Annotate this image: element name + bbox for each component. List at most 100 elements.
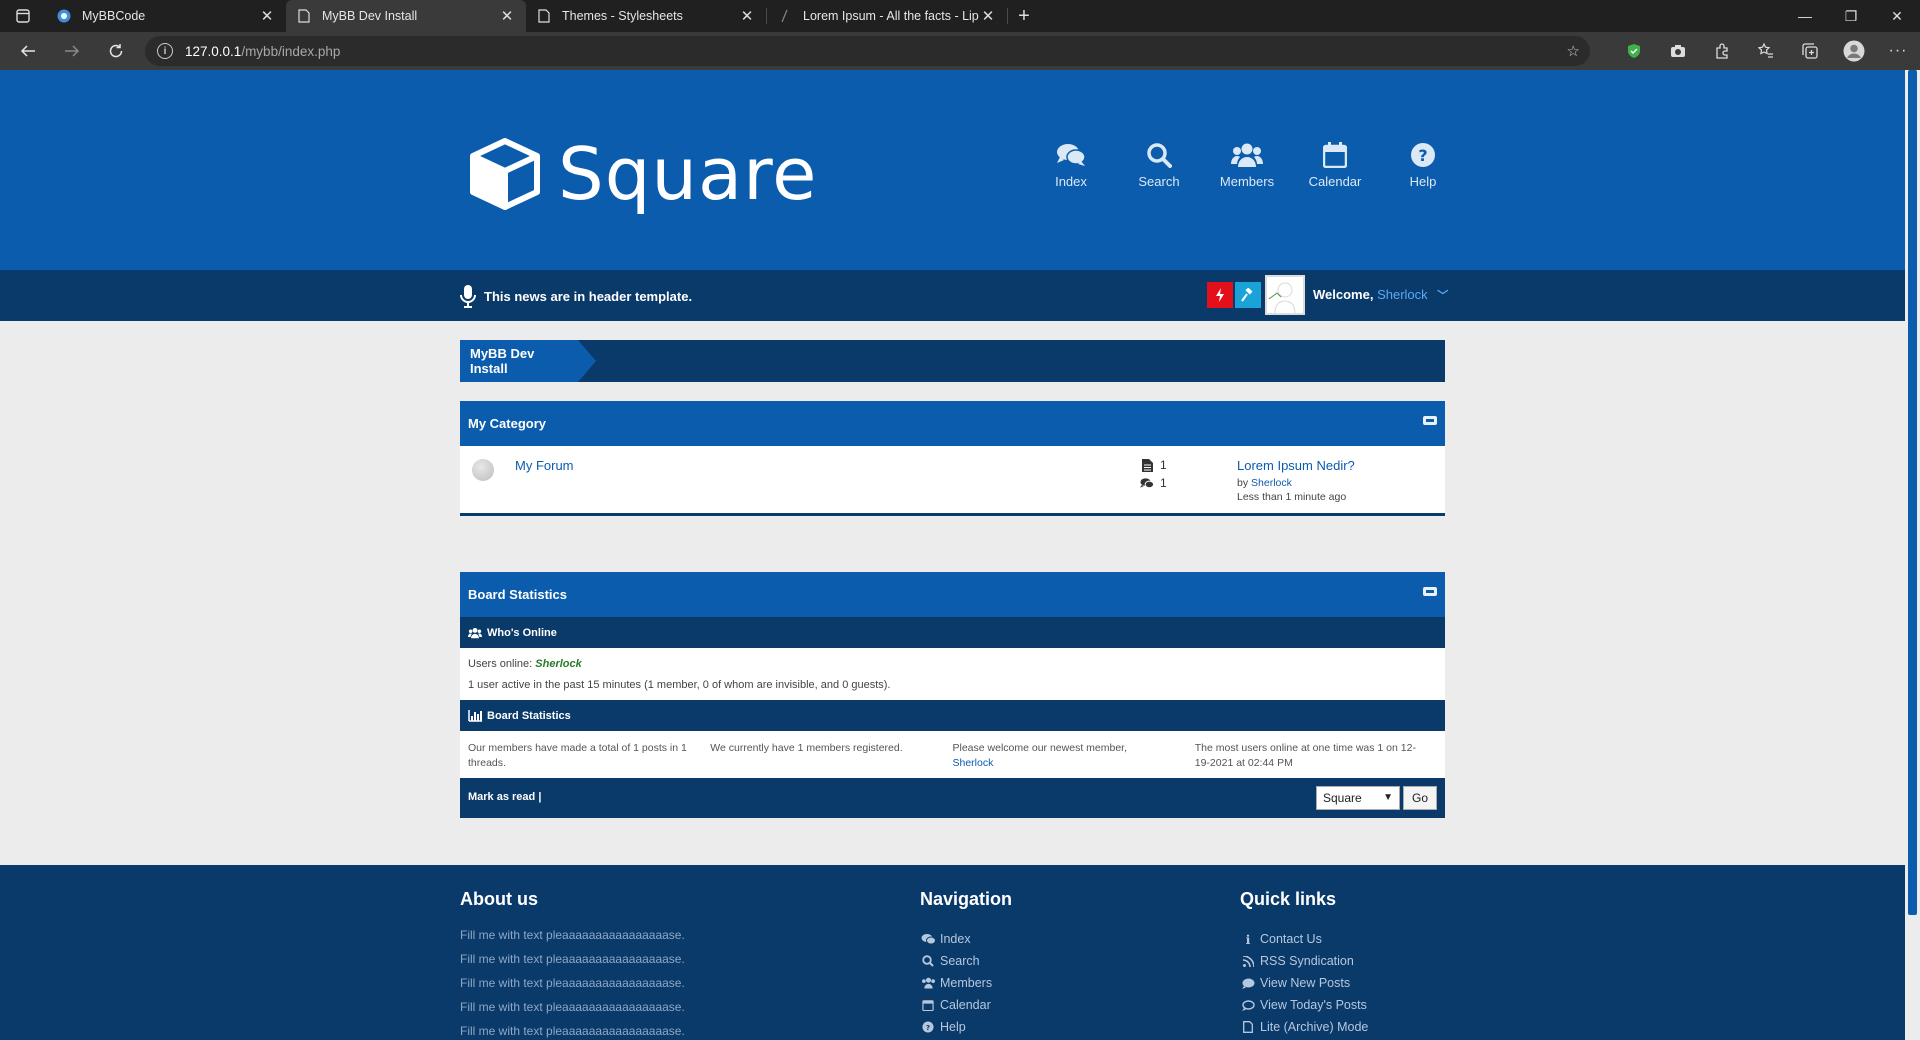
board-footer-bar: Mark as read | Square ▼ Go — [460, 778, 1445, 818]
shield-extension-icon[interactable] — [1612, 43, 1656, 59]
mark-as-read-link[interactable]: Mark as read | — [468, 791, 541, 803]
profile-icon[interactable] — [1832, 40, 1876, 62]
nav-help[interactable]: ? Help — [1379, 142, 1467, 189]
camera-icon[interactable] — [1656, 44, 1700, 58]
footer-about-line: Fill me with text pleaaaaaaaaaaaaaaaase. — [460, 952, 685, 966]
online-user[interactable]: Sherlock — [535, 658, 581, 670]
close-tab-icon[interactable]: ✕ — [979, 7, 997, 25]
restore-icon[interactable]: ❐ — [1828, 0, 1874, 32]
forum-status-icon — [472, 459, 494, 481]
close-tab-icon[interactable]: ✕ — [498, 7, 516, 25]
footer-link-search[interactable]: Search — [920, 950, 1012, 972]
nav-calendar[interactable]: Calendar — [1291, 142, 1379, 189]
tab-title: MyBB Dev Install — [322, 9, 418, 23]
browser-tab-mybb-dev-install[interactable]: MyBB Dev Install ✕ — [286, 0, 526, 32]
reload-button[interactable] — [94, 32, 138, 70]
lipsum-icon — [777, 8, 793, 24]
forum-name[interactable]: My Forum — [515, 458, 574, 473]
lastpost-user[interactable]: Sherlock — [1251, 477, 1292, 489]
close-tab-icon[interactable]: ✕ — [258, 7, 276, 25]
category-title[interactable]: My Category — [468, 416, 546, 431]
browser-tab-themes-stylesheets[interactable]: Themes - Stylesheets ✕ — [526, 0, 766, 32]
default-avatar-icon — [1268, 282, 1296, 313]
footer-about-line: Fill me with text pleaaaaaaaaaaaaaaaase. — [460, 976, 685, 990]
site-logo[interactable]: Square — [470, 132, 817, 216]
board-stats-header: Board Statistics — [460, 700, 1445, 731]
collections-icon[interactable] — [1788, 43, 1832, 59]
users-icon — [920, 977, 936, 989]
footer-link-lite-mode[interactable]: Lite (Archive) Mode — [1240, 1016, 1368, 1038]
lastpost-time: Less than 1 minute ago — [1237, 491, 1347, 503]
lastpost-title[interactable]: Lorem Ipsum Nedir? — [1237, 458, 1355, 473]
newest-member-link[interactable]: Sherlock — [953, 757, 994, 769]
footer-link-members[interactable]: Members — [920, 972, 1012, 994]
footer-link-calendar[interactable]: Calendar — [920, 994, 1012, 1016]
tab-title: Themes - Stylesheets — [562, 9, 683, 23]
search-icon — [1147, 143, 1172, 168]
site-info-icon[interactable]: i — [157, 43, 173, 59]
forward-button[interactable] — [50, 32, 94, 70]
breadcrumb-item-home[interactable]: MyBB Dev Install — [460, 340, 578, 382]
main-nav: Index Search Members Calendar ? Help — [1027, 142, 1467, 189]
stats-most-online: The most users online at one time was 1 … — [1194, 742, 1416, 769]
page-scrollbar[interactable] — [1905, 70, 1920, 1040]
collapse-icon[interactable] — [1423, 416, 1437, 425]
users-icon — [1231, 143, 1263, 167]
info-icon: ℹ — [1245, 932, 1251, 947]
footer-about-line: Fill me with text pleaaaaaaaaaaaaaaaase. — [460, 1024, 685, 1038]
url-field[interactable]: i 127.0.0.1/mybb/index.php ☆ — [145, 36, 1590, 66]
close-window-icon[interactable]: ✕ — [1874, 0, 1920, 32]
comments-icon — [1057, 144, 1086, 166]
whos-online-label[interactable]: Who's Online — [487, 627, 557, 639]
page-icon — [536, 8, 552, 24]
nav-label: Help — [1409, 174, 1437, 189]
theme-select[interactable]: Square ▼ — [1316, 786, 1400, 810]
minimize-icon[interactable]: — — [1782, 0, 1828, 32]
footer-navigation: Navigation Index Search Members Calendar… — [920, 889, 1012, 1038]
welcome-text: Welcome, Sherlock ﹀ — [1313, 287, 1448, 303]
favorites-icon[interactable] — [1744, 43, 1788, 59]
close-tab-icon[interactable]: ✕ — [738, 7, 756, 25]
calendar-icon — [920, 999, 936, 1011]
stats-title: Board Statistics — [468, 587, 567, 602]
back-button[interactable] — [6, 32, 50, 70]
calendar-icon — [1323, 142, 1347, 168]
browser-tab-mybbcode[interactable]: MyBBCode ✕ — [46, 0, 286, 32]
footer-link-new-posts[interactable]: View New Posts — [1240, 972, 1368, 994]
stats-columns: Our members have made a total of 1 posts… — [460, 731, 1445, 778]
tab-actions-button[interactable] — [0, 0, 46, 32]
go-button[interactable]: Go — [1403, 786, 1437, 810]
nav-label: Calendar — [1308, 174, 1362, 189]
lastpost-by: by Sherlock — [1237, 477, 1292, 489]
nav-members[interactable]: Members — [1203, 142, 1291, 189]
new-tab-button[interactable]: + — [1008, 0, 1040, 32]
admincp-button[interactable] — [1235, 282, 1261, 308]
welcome-username[interactable]: Sherlock — [1377, 287, 1428, 302]
svg-text:?: ? — [926, 1023, 930, 1032]
active-users-line: 1 user active in the past 15 minutes (1 … — [468, 679, 891, 691]
collapse-icon[interactable] — [1423, 587, 1437, 596]
chevron-down-icon[interactable]: ﹀ — [1437, 290, 1448, 302]
footer-link-index[interactable]: Index — [920, 928, 1012, 950]
stats-members: We currently have 1 members registered. — [710, 742, 903, 754]
avatar[interactable] — [1265, 275, 1305, 315]
main-content: MyBB Dev Install My Category My Forum 1 … — [460, 340, 1445, 818]
modcp-button[interactable] — [1207, 282, 1233, 308]
header-news: This news are in header template. — [460, 284, 692, 308]
rss-icon — [1240, 955, 1256, 967]
user-panel: Welcome, Sherlock ﹀ — [1207, 275, 1448, 315]
forum-threads: 1 — [1140, 458, 1167, 472]
stats-newest-member: Please welcome our newest member, Sherlo… — [952, 742, 1128, 769]
footer-link-rss[interactable]: RSS Syndication — [1240, 950, 1368, 972]
browser-tab-lorem-ipsum[interactable]: Lorem Ipsum - All the facts - Lip ✕ — [767, 0, 1007, 32]
scrollbar-thumb[interactable] — [1908, 70, 1917, 915]
extensions-icon[interactable] — [1700, 43, 1744, 59]
more-menu-icon[interactable]: ··· — [1876, 42, 1920, 60]
nav-index[interactable]: Index — [1027, 142, 1115, 189]
footer-link-help[interactable]: ? Help — [920, 1016, 1012, 1038]
footer-link-contact[interactable]: ℹ Contact Us — [1240, 928, 1368, 950]
footer-link-todays-posts[interactable]: View Today's Posts — [1240, 994, 1368, 1016]
comment-outline-icon — [1240, 999, 1256, 1011]
nav-search[interactable]: Search — [1115, 142, 1203, 189]
favorite-star-icon[interactable]: ☆ — [1567, 42, 1580, 60]
